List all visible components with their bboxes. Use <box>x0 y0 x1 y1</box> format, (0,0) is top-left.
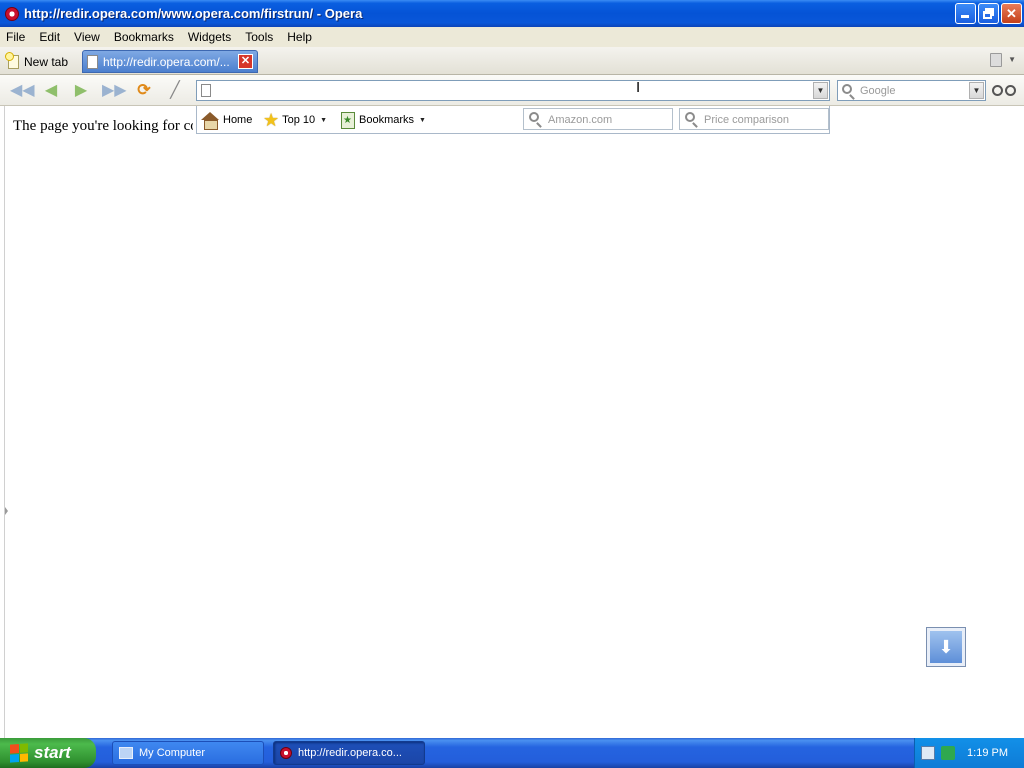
taskbar: start My Computer http://redir.opera.co.… <box>0 738 1024 768</box>
wand-icon[interactable]: ╱ <box>165 82 185 100</box>
chevron-down-icon[interactable]: ▼ <box>1008 55 1016 64</box>
download-arrow-icon <box>930 631 962 663</box>
top10-label: Top 10 <box>282 114 316 126</box>
price-comparison-search <box>679 108 829 130</box>
minimize-button[interactable] <box>955 3 976 24</box>
chevron-down-icon: ▼ <box>419 116 426 124</box>
text-cursor-icon: I <box>636 79 641 96</box>
panel-toggle-icon[interactable] <box>5 504 9 518</box>
glasses-icon[interactable] <box>992 83 1018 99</box>
close-icon: ✕ <box>1006 6 1017 21</box>
page-content: The page you're looking for co <box>4 106 1020 738</box>
bookmarks-icon <box>341 111 355 129</box>
search-icon <box>842 84 852 94</box>
menu-view[interactable]: View <box>67 30 107 44</box>
menu-widgets[interactable]: Widgets <box>181 30 238 44</box>
tray-app-icon[interactable] <box>941 746 955 760</box>
menu-help[interactable]: Help <box>280 30 319 44</box>
close-button[interactable]: ✕ <box>1001 3 1022 24</box>
task-label: http://redir.opera.co... <box>298 747 402 759</box>
back-icon[interactable]: ◀ <box>41 82 61 100</box>
task-label: My Computer <box>139 747 206 759</box>
home-label: Home <box>223 114 253 126</box>
forward-icon[interactable]: ▶ <box>71 82 91 100</box>
new-tab-label: New tab <box>24 54 69 69</box>
star-icon: ★ <box>263 110 280 130</box>
window-controls: ✕ <box>955 3 1022 24</box>
restore-button[interactable] <box>978 3 999 24</box>
new-page-icon <box>5 51 19 69</box>
menu-file[interactable]: File <box>0 30 32 44</box>
network-icon[interactable] <box>921 746 935 760</box>
home-button[interactable]: Home <box>201 109 252 131</box>
chevron-down-icon: ▼ <box>320 116 328 124</box>
minimize-icon <box>961 15 969 18</box>
tab-close-button[interactable]: ✕ <box>238 54 253 69</box>
tab-title: http://redir.opera.com/... <box>103 54 230 69</box>
menu-tools[interactable]: Tools <box>238 30 280 44</box>
taskbar-item-opera[interactable]: http://redir.opera.co... <box>273 741 425 765</box>
navigation-toolbar: ◀◀ ◀ ▶ ▶▶ ⟳ ╱ ▼ ▼ <box>0 75 1024 106</box>
reload-icon[interactable]: ⟳ <box>134 82 154 100</box>
amazon-search <box>523 108 673 130</box>
address-dropdown-panel: Home ★ Top 10 ▼ Bookmarks ▼ <box>196 106 830 134</box>
computer-icon <box>119 747 133 759</box>
windows-logo-icon <box>10 743 28 763</box>
menu-bar: File Edit View Bookmarks Widgets Tools H… <box>0 27 1024 47</box>
address-bar: ▼ <box>196 80 830 101</box>
search-engine-dropdown[interactable]: ▼ <box>969 82 984 99</box>
search-icon <box>529 112 539 122</box>
menu-bookmarks[interactable]: Bookmarks <box>107 30 181 44</box>
address-dropdown-button[interactable]: ▼ <box>813 82 828 99</box>
address-input[interactable] <box>217 82 807 99</box>
system-tray: 1:19 PM <box>914 738 1024 768</box>
search-input[interactable] <box>860 83 965 98</box>
search-icon <box>685 112 695 122</box>
price-comparison-input[interactable] <box>704 112 824 127</box>
restore-icon-back <box>983 11 992 19</box>
tab-bar: New tab http://redir.opera.com/... ✕ ▼ <box>0 47 1024 75</box>
taskbar-item-my-computer[interactable]: My Computer <box>112 741 264 765</box>
clock[interactable]: 1:19 PM <box>967 747 1008 759</box>
start-button[interactable]: start <box>0 738 96 768</box>
window-titlebar: http://redir.opera.com/www.opera.com/fir… <box>0 0 1024 27</box>
fast-forward-icon[interactable]: ▶▶ <box>102 82 127 100</box>
menu-edit[interactable]: Edit <box>32 30 67 44</box>
search-bar: ▼ <box>837 80 986 101</box>
trash-icon[interactable] <box>990 53 1002 67</box>
top10-button[interactable]: ★ Top 10 ▼ <box>263 109 327 131</box>
tab-active[interactable]: http://redir.opera.com/... ✕ <box>82 50 258 73</box>
page-message: The page you're looking for co <box>13 118 193 134</box>
bookmarks-button[interactable]: Bookmarks ▼ <box>341 109 426 131</box>
download-button[interactable] <box>926 627 966 667</box>
rewind-icon[interactable]: ◀◀ <box>10 82 35 100</box>
opera-icon <box>280 747 292 759</box>
new-tab-button[interactable]: New tab <box>4 50 80 73</box>
page-icon <box>87 54 98 69</box>
bookmarks-label: Bookmarks <box>359 114 415 126</box>
opera-icon[interactable] <box>5 6 19 21</box>
window-title: http://redir.opera.com/www.opera.com/fir… <box>24 6 363 21</box>
page-icon <box>201 84 211 97</box>
home-icon <box>201 112 219 130</box>
start-label: start <box>34 743 71 762</box>
amazon-search-input[interactable] <box>548 112 668 127</box>
